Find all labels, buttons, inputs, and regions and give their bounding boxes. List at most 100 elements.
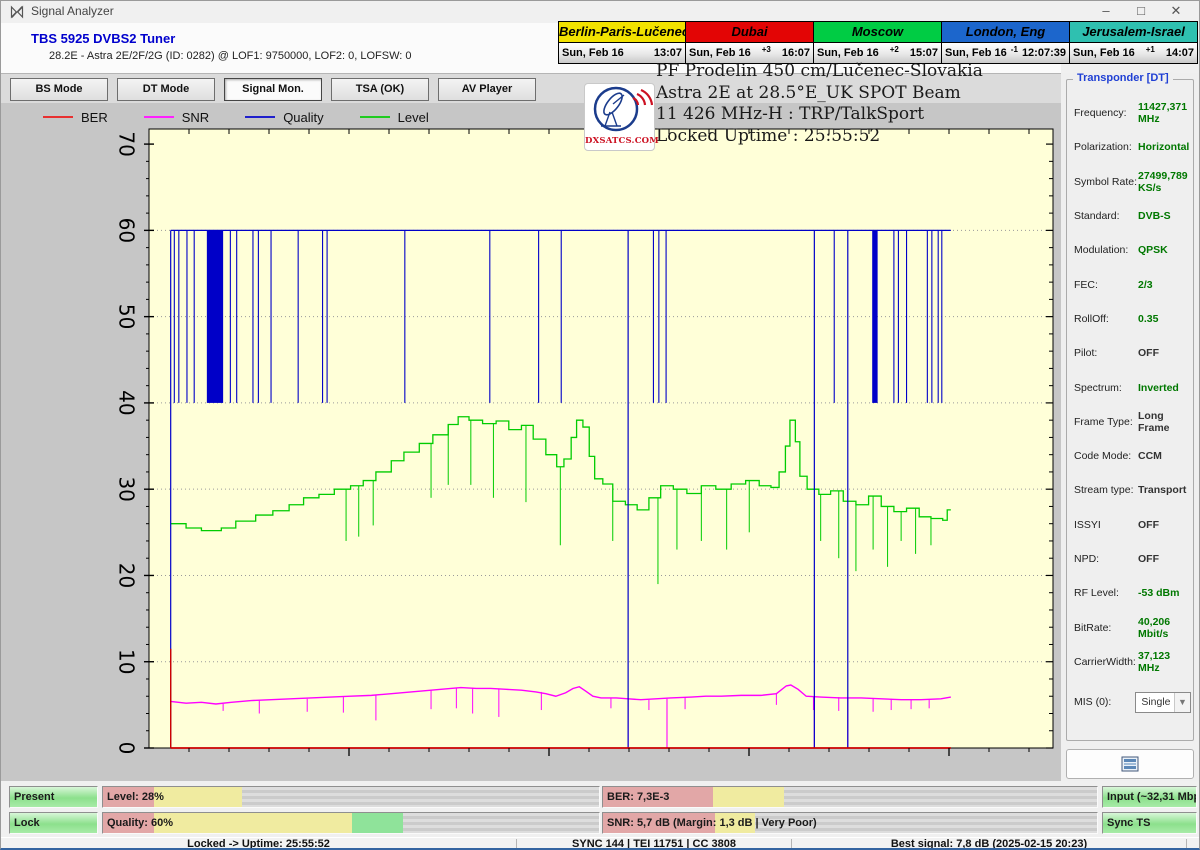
transponder-groupbox: Transponder [DT] Frequency:11427,371 MHz… (1066, 79, 1194, 741)
field-frame-type-: Frame Type:Long Frame (1074, 405, 1191, 439)
clock-city: Jerusalem-Israel (1069, 21, 1198, 43)
field-value: OFF (1138, 347, 1159, 359)
satellite-dish-icon (586, 84, 653, 134)
svg-text:50: 50 (115, 304, 139, 329)
field-label: Frequency: (1074, 107, 1138, 119)
field-label: Frame Type: (1074, 416, 1138, 428)
field-label: CarrierWidth: (1074, 656, 1138, 668)
field-value: OFF (1138, 519, 1159, 531)
transponder-fields: Frequency:11427,371 MHzPolarization:Hori… (1074, 96, 1191, 719)
mis-dropdown[interactable]: Single▼ (1135, 692, 1191, 713)
field-value: OFF (1138, 553, 1159, 565)
clock-date: Sun, Feb 16 (562, 47, 624, 59)
indicator-zone (154, 813, 353, 833)
indicator-label: Quality: 60% (107, 813, 173, 833)
field-carrierwidth-: CarrierWidth:37,123 MHz (1074, 645, 1191, 679)
satellite-info: 28.2E - Astra 2E/2F/2G (ID: 0282) @ LOF1… (49, 50, 412, 62)
clock-time: 14:07 (1166, 47, 1194, 59)
field-label: Pilot: (1074, 347, 1138, 359)
indicator-label: Input (~32,31 Mbps) (1107, 787, 1197, 807)
clock-date: Sun, Feb 16 (817, 47, 879, 59)
field-label: Standard: (1074, 210, 1138, 222)
field-value: 11427,371 MHz (1138, 101, 1191, 125)
window-title: Signal Analyzer (31, 4, 114, 18)
tab-tsa-ok-[interactable]: TSA (OK) (331, 78, 429, 101)
tab-bs-mode[interactable]: BS Mode (10, 78, 108, 101)
indicator-level: Level: 28% (102, 786, 600, 808)
field-modulation-: Modulation:QPSK (1074, 233, 1191, 267)
field-label: Modulation: (1074, 244, 1138, 256)
indicator-sync-ts: Sync TS (1102, 812, 1197, 834)
logo-text: DXSATCS.COM (585, 136, 654, 146)
field-symbol-rate-: Symbol Rate:27499,789 KS/s (1074, 165, 1191, 199)
clock-city: Dubai (685, 21, 814, 43)
field-label: NPD: (1074, 553, 1138, 565)
indicator-quality: Quality: 60% (102, 812, 600, 834)
field-value: DVB-S (1138, 210, 1171, 222)
signal-analyzer-window: Signal Analyzer – □ ✕ TBS 5925 DVBS2 Tun… (0, 0, 1200, 850)
transponder-panel: Transponder [DT] Frequency:11427,371 MHz… (1061, 73, 1200, 781)
maximize-button[interactable]: □ (1124, 1, 1158, 21)
field-value: 2/3 (1138, 279, 1153, 291)
field-label: Code Mode: (1074, 450, 1138, 462)
clock-moscow: MoscowSun, Feb 16+215:07 (814, 21, 942, 64)
minimize-button[interactable]: – (1089, 1, 1123, 21)
indicator-present: Present (9, 786, 98, 808)
tab-dt-mode[interactable]: DT Mode (117, 78, 215, 101)
clock-utc-offset: +1 (1146, 45, 1155, 54)
transponder-title: Transponder [DT] (1073, 72, 1173, 84)
svg-text:30: 30 (115, 476, 139, 501)
clock-time: 16:07 (782, 47, 810, 59)
tab-av-player[interactable]: AV Player (438, 78, 536, 101)
field-value: Long Frame (1138, 410, 1191, 434)
annotation-line: 11 426 MHz-H : TRP/TalkSport (656, 104, 983, 126)
field-issyi: ISSYIOFF (1074, 508, 1191, 542)
indicator-snr: SNR: 5,7 dB (Margin: 1,3 dB | Very Poor) (602, 812, 1098, 834)
field-value: 40,206 Mbit/s (1138, 616, 1191, 640)
indicator-label: Lock (14, 813, 40, 833)
indicator-zone (154, 787, 242, 807)
tuner-title: TBS 5925 DVBS2 Tuner (31, 31, 175, 46)
signal-chart: 010203040506070 (1, 103, 1061, 781)
field-fec-: FEC:2/3 (1074, 267, 1191, 301)
close-button[interactable]: ✕ (1159, 1, 1193, 21)
title-bar: Signal Analyzer – □ ✕ (1, 1, 1199, 23)
app-icon (10, 5, 24, 19)
indicator-label: Level: 28% (107, 787, 164, 807)
tab-signal-mon-[interactable]: Signal Mon. (224, 78, 322, 101)
save-button[interactable] (1066, 749, 1194, 779)
field-value: Inverted (1138, 382, 1179, 394)
field-code-mode-: Code Mode:CCM (1074, 439, 1191, 473)
indicator-zone (713, 787, 784, 807)
svg-text:40: 40 (115, 390, 139, 415)
annotation-line: PF Prodelin 450 cm/Lučenec-Slovakia (656, 61, 983, 83)
clock-time: 15:07 (910, 47, 938, 59)
svg-text:70: 70 (115, 131, 139, 156)
svg-text:0: 0 (115, 742, 139, 755)
save-icon (1121, 756, 1139, 772)
dxsatcs-logo: DXSATCS.COM (584, 83, 655, 151)
field-frequency-: Frequency:11427,371 MHz (1074, 96, 1191, 130)
clock-utc-offset: +3 (762, 45, 771, 54)
indicator-label: SNR: 5,7 dB (Margin: 1,3 dB | Very Poor) (607, 813, 817, 833)
field-spectrum-: Spectrum:Inverted (1074, 370, 1191, 404)
indicator-label: BER: 7,3E-3 (607, 787, 669, 807)
clock-dubai: Dubai Sun, Feb 16 +3 16:07 (686, 21, 814, 64)
clock-jerusalem-israel: Jerusalem-IsraelSun, Feb 16+114:07 (1070, 21, 1198, 64)
field-label: FEC: (1074, 279, 1138, 291)
svg-text:10: 10 (115, 649, 139, 674)
status-bar: Locked -> Uptime: 25:55:52 SYNC 144 | TE… (1, 837, 1200, 850)
clock-datetime: Sun, Feb 16+114:07 (1069, 43, 1198, 64)
field-polarization-: Polarization:Horizontal (1074, 130, 1191, 164)
clock-date: Sun, Feb 16 (945, 47, 1007, 59)
annotation-text: PF Prodelin 450 cm/Lučenec-Slovakia Astr… (656, 61, 983, 147)
field-standard-: Standard:DVB-S (1074, 199, 1191, 233)
indicator-input-mbps-: Input (~32,31 Mbps) (1102, 786, 1197, 808)
clock-city: London, Eng (941, 21, 1070, 43)
clock-time: 12:07:39 (1022, 47, 1066, 59)
clock-date: Sun, Feb 16 (689, 47, 751, 59)
field-label: BitRate: (1074, 622, 1138, 634)
mis-label: MIS (0): (1074, 696, 1135, 708)
svg-text:60: 60 (115, 218, 139, 243)
mis-row: MIS (0):Single▼ (1074, 685, 1191, 719)
